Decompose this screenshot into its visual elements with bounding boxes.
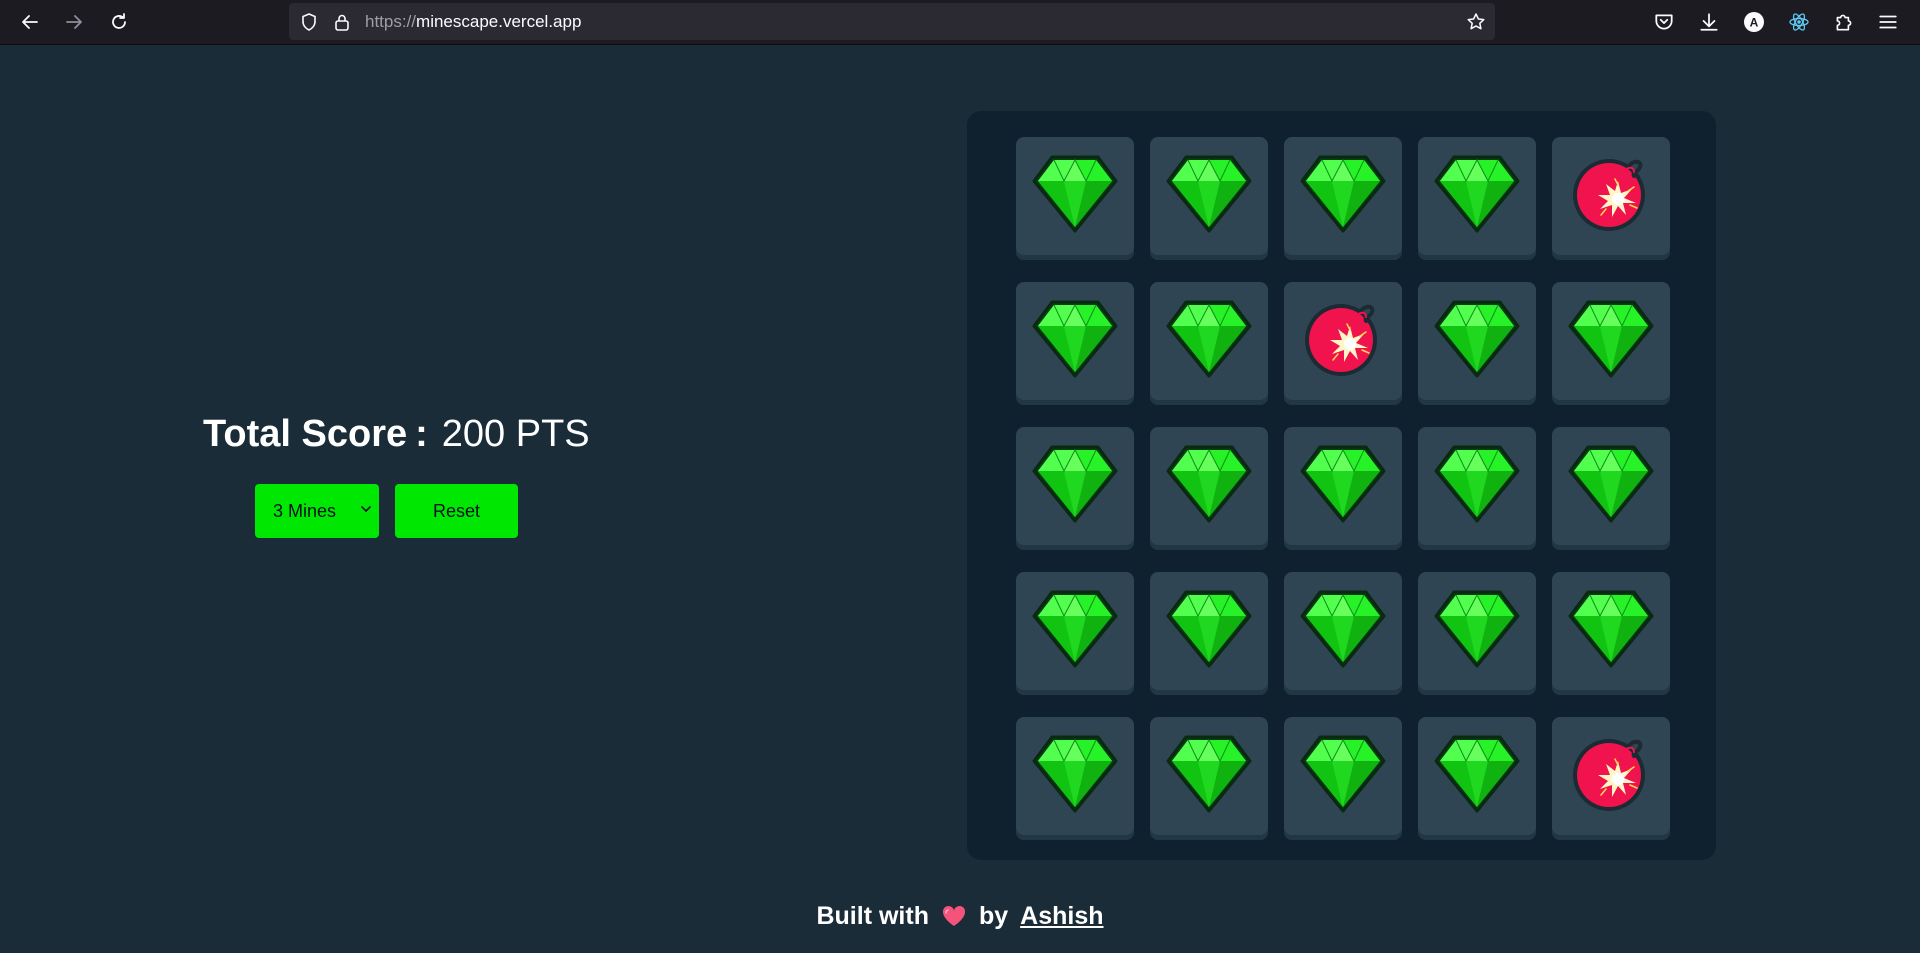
tile-gem-r3-c4[interactable] <box>1418 427 1536 550</box>
react-devtools-button[interactable] <box>1782 5 1816 39</box>
browser-toolbar: https://minescape.vercel.app A <box>0 0 1920 45</box>
gem-icon <box>1032 300 1118 378</box>
gem-icon <box>1300 590 1386 668</box>
account-letter: A <box>1750 16 1759 30</box>
tile-gem-r4-c1[interactable] <box>1016 572 1134 695</box>
lock-icon[interactable] <box>332 12 352 32</box>
extensions-button[interactable] <box>1827 5 1861 39</box>
gem-icon <box>1032 735 1118 813</box>
mine-bomb-icon <box>1573 739 1645 811</box>
reload-icon <box>112 13 126 29</box>
tile-gem-r1-c4[interactable] <box>1418 137 1536 260</box>
reset-button[interactable]: Reset <box>395 484 518 538</box>
gem-icon <box>1300 445 1386 523</box>
gem-icon <box>1166 155 1252 233</box>
gem-icon <box>1032 155 1118 233</box>
forward-button[interactable] <box>57 5 91 39</box>
tile-gem-r2-c4[interactable] <box>1418 282 1536 405</box>
tile-mine-r5-c5[interactable] <box>1552 717 1670 840</box>
bookmark-star-icon[interactable] <box>1466 12 1486 32</box>
gem-icon <box>1166 735 1252 813</box>
url-scheme: https:// <box>365 12 417 31</box>
tile-gem-r5-c3[interactable] <box>1284 717 1402 840</box>
footer-by: by <box>978 902 1009 930</box>
react-icon <box>1789 13 1809 31</box>
reload-button[interactable] <box>102 5 136 39</box>
author-link[interactable]: Ashish <box>1020 902 1103 930</box>
shield-icon[interactable] <box>299 12 319 32</box>
tile-gem-r4-c3[interactable] <box>1284 572 1402 695</box>
url-text[interactable]: https://minescape.vercel.app <box>365 12 581 32</box>
score-value: 200 PTS <box>441 413 590 455</box>
arrow-left-icon <box>22 15 38 29</box>
mine-bomb-icon <box>1305 304 1377 376</box>
tile-gem-r2-c5[interactable] <box>1552 282 1670 405</box>
tile-gem-r3-c3[interactable] <box>1284 427 1402 550</box>
tile-gem-r5-c2[interactable] <box>1150 717 1268 840</box>
mines-count-selected: 3 Mines <box>273 500 337 521</box>
tile-mine-r2-c3[interactable] <box>1284 282 1402 405</box>
arrow-right-icon <box>66 15 82 29</box>
tile-gem-r2-c2[interactable] <box>1150 282 1268 405</box>
gem-icon <box>1434 300 1520 378</box>
tile-gem-r3-c2[interactable] <box>1150 427 1268 550</box>
gem-icon <box>1434 445 1520 523</box>
gem-icon <box>1032 590 1118 668</box>
footer-built-with: Built with <box>816 902 929 930</box>
tile-grid <box>1016 137 1670 840</box>
mines-count-select[interactable]: 3 Mines <box>255 484 379 538</box>
tile-gem-r3-c1[interactable] <box>1016 427 1134 550</box>
menu-button[interactable] <box>1871 5 1905 39</box>
tile-gem-r1-c3[interactable] <box>1284 137 1402 260</box>
tile-mine-r1-c5[interactable] <box>1552 137 1670 260</box>
total-score: Total Score:200 PTS <box>203 413 590 456</box>
hamburger-menu-icon <box>1879 15 1897 29</box>
gem-icon <box>1434 735 1520 813</box>
gem-icon <box>1166 445 1252 523</box>
gem-icon <box>1568 300 1654 378</box>
url-host: minescape.vercel.app <box>416 12 582 31</box>
pocket-button[interactable] <box>1647 5 1681 39</box>
score-separator: : <box>415 413 428 455</box>
tile-gem-r4-c5[interactable] <box>1552 572 1670 695</box>
tile-gem-r4-c4[interactable] <box>1418 572 1536 695</box>
tile-gem-r5-c1[interactable] <box>1016 717 1134 840</box>
tile-gem-r2-c1[interactable] <box>1016 282 1134 405</box>
gem-icon <box>1568 445 1654 523</box>
score-label: Total Score <box>203 413 408 455</box>
gem-icon <box>1166 300 1252 378</box>
gem-icon <box>1300 155 1386 233</box>
download-icon <box>1700 13 1718 31</box>
tile-gem-r5-c4[interactable] <box>1418 717 1536 840</box>
puzzle-piece-icon <box>1836 14 1852 31</box>
gem-icon <box>1434 155 1520 233</box>
heart-icon <box>941 904 967 935</box>
tile-gem-r1-c1[interactable] <box>1016 137 1134 260</box>
gem-icon <box>1568 590 1654 668</box>
gem-icon <box>1300 735 1386 813</box>
mine-bomb-icon <box>1573 159 1645 231</box>
url-bar[interactable]: https://minescape.vercel.app <box>289 3 1495 40</box>
gem-icon <box>1166 590 1252 668</box>
account-button[interactable]: A <box>1737 5 1771 39</box>
account-avatar-icon: A <box>1744 12 1764 32</box>
pocket-icon <box>1655 14 1673 30</box>
downloads-button[interactable] <box>1692 5 1726 39</box>
gem-icon <box>1434 590 1520 668</box>
tile-gem-r1-c2[interactable] <box>1150 137 1268 260</box>
back-button[interactable] <box>13 5 47 39</box>
footer: Built with by Ashish <box>0 902 1920 935</box>
tile-gem-r4-c2[interactable] <box>1150 572 1268 695</box>
chevron-down-icon <box>361 506 371 512</box>
tile-gem-r3-c5[interactable] <box>1552 427 1670 550</box>
game-board <box>967 111 1716 860</box>
gem-icon <box>1032 445 1118 523</box>
